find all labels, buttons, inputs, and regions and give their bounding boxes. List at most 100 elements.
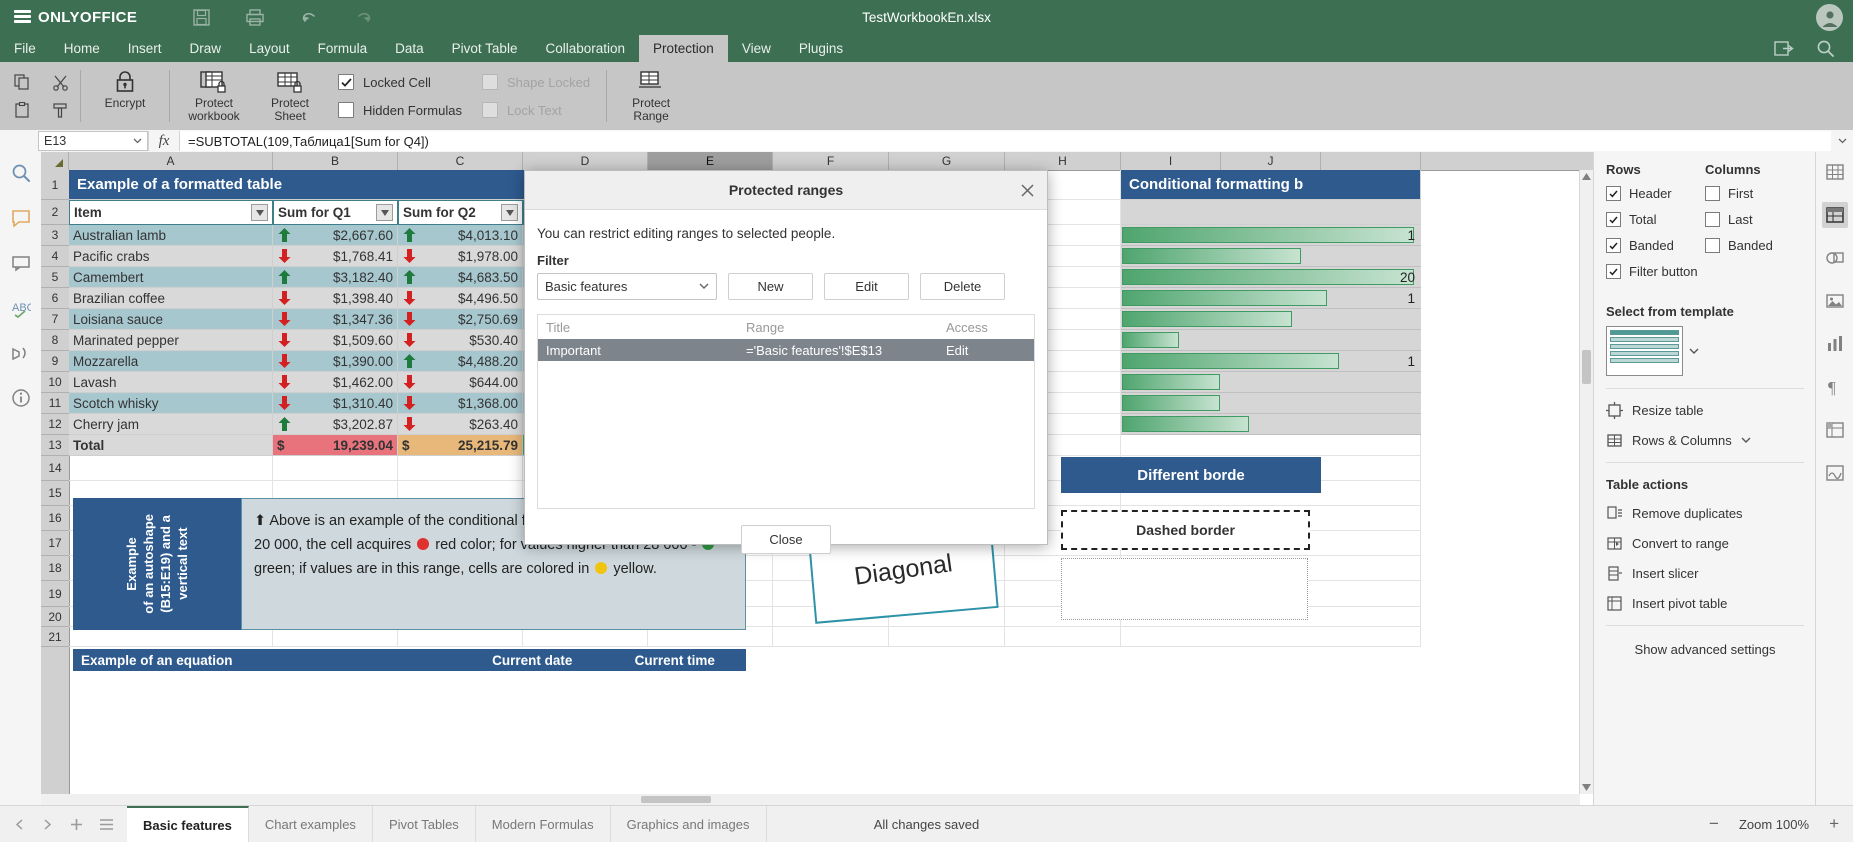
cell-q1[interactable]: $1,768.41 [273, 246, 398, 267]
row-header-1[interactable]: 1 [41, 170, 69, 200]
fx-icon[interactable]: fx [149, 133, 179, 150]
cell-empty[interactable] [889, 627, 1005, 647]
cell-q2[interactable]: $1,368.00 [398, 393, 523, 414]
menu-item-collaboration[interactable]: Collaboration [531, 35, 639, 62]
column-header-C[interactable]: C [398, 152, 523, 170]
protect-sheet-button[interactable]: Protect Sheet [252, 62, 328, 130]
prev-sheet-icon[interactable] [42, 818, 53, 830]
menu-item-layout[interactable]: Layout [235, 35, 304, 62]
chat-icon[interactable] [8, 250, 34, 276]
new-button[interactable]: New [728, 273, 813, 300]
menu-item-draw[interactable]: Draw [176, 35, 236, 62]
table-header-q1[interactable]: Sum for Q1 [273, 200, 398, 225]
autoshape-vertical-text[interactable]: Example of an autoshape (B15:E19) and a ver… [73, 498, 241, 630]
cell-q2[interactable]: $4,488.20 [398, 351, 523, 372]
menu-item-file[interactable]: File [0, 35, 50, 62]
brand[interactable]: ONLYOFFICE [14, 9, 137, 26]
save-icon[interactable] [191, 8, 211, 28]
formula-input[interactable]: =SUBTOTAL(109,Таблица1[Sum for Q4]) [180, 131, 1831, 151]
menu-item-protection[interactable]: Protection [639, 35, 728, 62]
locked-cell-checkbox[interactable]: Locked Cell [338, 74, 462, 90]
sheet-tab-basic-features[interactable]: Basic features [127, 806, 249, 842]
menu-item-data[interactable]: Data [381, 35, 438, 62]
convert-to-range-action[interactable]: Convert to range [1606, 535, 1804, 552]
protected-ranges-list[interactable]: Title Range Access Important ='Basic fea… [537, 314, 1035, 509]
cell-q1[interactable]: $3,202.87 [273, 414, 398, 435]
cell-empty[interactable] [273, 627, 398, 647]
filter-button-icon[interactable] [251, 204, 268, 221]
protect-range-button[interactable]: Protect Range [613, 62, 689, 130]
shape-settings-icon[interactable] [1822, 245, 1848, 271]
sheet-tab-modern-formulas[interactable]: Modern Formulas [476, 806, 611, 842]
sheet-tab-pivot-tables[interactable]: Pivot Tables [373, 806, 476, 842]
list-item[interactable]: Important ='Basic features'!$E$13 Edit [538, 339, 1034, 361]
image-settings-icon[interactable] [1822, 288, 1848, 314]
menu-item-formula[interactable]: Formula [304, 35, 382, 62]
sheet-list-icon[interactable] [100, 818, 113, 830]
row-header-2[interactable]: 2 [41, 200, 69, 225]
menu-item-view[interactable]: View [728, 35, 785, 62]
cut-icon[interactable] [50, 73, 70, 91]
row-header-9[interactable]: 9 [41, 351, 69, 372]
cell-databar[interactable]: 1 [1121, 288, 1421, 309]
total-q1-cell[interactable]: $ 19,239.04 [273, 435, 398, 456]
column-header-G[interactable]: G [889, 152, 1005, 170]
close-icon[interactable] [1017, 180, 1037, 200]
cell-q1[interactable]: $2,667.60 [273, 225, 398, 246]
row-header-10[interactable]: 10 [41, 372, 69, 393]
select-all-corner[interactable] [41, 152, 69, 170]
column-header-H[interactable]: H [1005, 152, 1121, 170]
table-header-q2[interactable]: Sum for Q2 [398, 200, 523, 225]
column-header-J[interactable]: J [1221, 152, 1321, 170]
cell-q1[interactable]: $1,398.40 [273, 288, 398, 309]
row-header-8[interactable]: 8 [41, 330, 69, 351]
zoom-out-button[interactable]: − [1709, 814, 1719, 834]
rows-columns-action[interactable]: Rows & Columns [1606, 432, 1804, 449]
column-header-B[interactable]: B [273, 152, 398, 170]
menu-item-home[interactable]: Home [50, 35, 114, 62]
column-header-D[interactable]: D [523, 152, 648, 170]
cell-databar[interactable] [1121, 393, 1421, 414]
template-picker[interactable] [1606, 326, 1804, 376]
menu-item-plugins[interactable]: Plugins [785, 35, 857, 62]
cell-databar[interactable] [1121, 309, 1421, 330]
column-header-F[interactable]: F [773, 152, 889, 170]
cell-q2[interactable]: $4,013.10 [398, 225, 523, 246]
cell-q2[interactable]: $263.40 [398, 414, 523, 435]
rows-header-checkbox[interactable]: Header [1606, 186, 1705, 201]
scroll-down-icon[interactable] [1580, 781, 1593, 794]
copy-icon[interactable] [12, 73, 32, 91]
column-header-K[interactable] [1321, 152, 1421, 170]
cell-empty[interactable] [398, 627, 523, 647]
row-header-6[interactable]: 6 [41, 288, 69, 309]
cell-empty[interactable] [1121, 627, 1421, 647]
row-header-12[interactable]: 12 [41, 414, 69, 435]
cell-item[interactable]: Pacific crabs [69, 246, 273, 267]
row-header-14[interactable]: 14 [41, 456, 69, 481]
cell-q2[interactable]: $2,750.69 [398, 309, 523, 330]
delete-button[interactable]: Delete [920, 273, 1005, 300]
comments-icon[interactable] [8, 205, 34, 231]
columns-banded-checkbox[interactable]: Banded [1705, 238, 1804, 253]
columns-last-checkbox[interactable]: Last [1705, 212, 1804, 227]
row-header-11[interactable]: 11 [41, 393, 69, 414]
row-header-3[interactable]: 3 [41, 225, 69, 246]
row-header-19[interactable]: 19 [41, 581, 69, 607]
cell-item[interactable]: Camembert [69, 267, 273, 288]
signature-settings-icon[interactable] [1822, 460, 1848, 486]
expand-formula-bar-icon[interactable] [1831, 138, 1853, 144]
cell-databar[interactable] [1121, 246, 1421, 267]
menu-item-insert[interactable]: Insert [114, 35, 176, 62]
total-label-cell[interactable]: Total [69, 435, 273, 456]
filter-button-icon[interactable] [376, 204, 393, 221]
cell-empty[interactable] [273, 456, 398, 481]
cell-empty[interactable] [1005, 627, 1121, 647]
cell-q2[interactable]: $644.00 [398, 372, 523, 393]
row-header-17[interactable]: 17 [41, 531, 69, 556]
menu-item-pivot-table[interactable]: Pivot Table [438, 35, 532, 62]
zoom-level-label[interactable]: Zoom 100% [1739, 817, 1809, 832]
row-header-7[interactable]: 7 [41, 309, 69, 330]
cell-item[interactable]: Scotch whisky [69, 393, 273, 414]
template-preview[interactable] [1606, 326, 1683, 376]
protected-ranges-dialog[interactable]: Protected ranges You can restrict editin… [524, 170, 1048, 554]
